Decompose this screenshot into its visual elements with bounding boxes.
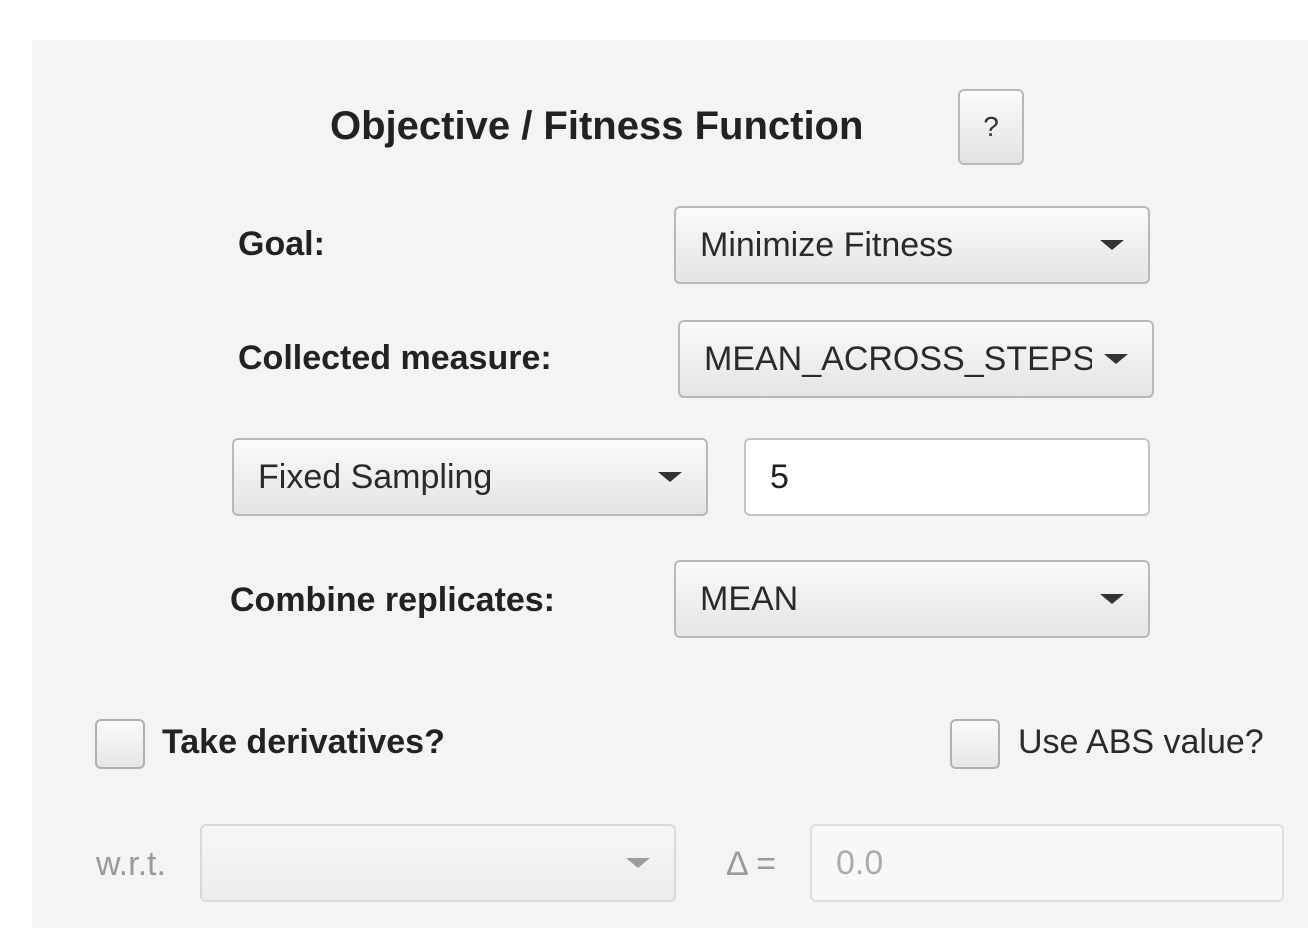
combine-replicates-dropdown-value: MEAN — [700, 579, 799, 618]
chevron-down-icon — [1100, 240, 1124, 250]
combine-replicates-label: Combine replicates: — [230, 581, 555, 619]
sampling-dropdown-value: Fixed Sampling — [258, 457, 493, 496]
chevron-down-icon — [1100, 594, 1124, 604]
collected-measure-dropdown-value: MEAN_ACROSS_STEPS — [704, 339, 1092, 378]
section-title: Objective / Fitness Function — [330, 104, 864, 148]
collected-measure-label: Collected measure: — [238, 339, 552, 377]
delta-label: Δ = — [726, 845, 777, 883]
goal-dropdown-value: Minimize Fitness — [700, 225, 954, 264]
delta-input[interactable]: 0.0 — [810, 824, 1284, 902]
wrt-dropdown[interactable] — [200, 824, 676, 902]
chevron-down-icon — [658, 472, 682, 482]
goal-dropdown[interactable]: Minimize Fitness — [674, 206, 1150, 284]
help-button[interactable]: ? — [958, 89, 1024, 165]
take-derivatives-checkbox[interactable] — [95, 719, 145, 769]
combine-replicates-dropdown[interactable]: MEAN — [674, 560, 1150, 638]
use-abs-label: Use ABS value? — [1018, 723, 1264, 761]
sampling-dropdown[interactable]: Fixed Sampling — [232, 438, 708, 516]
sampling-count-input[interactable]: 5 — [744, 438, 1150, 516]
wrt-label: w.r.t. — [96, 845, 166, 883]
take-derivatives-label: Take derivatives? — [162, 723, 445, 761]
chevron-down-icon — [626, 858, 650, 868]
goal-label: Goal: — [238, 225, 325, 263]
chevron-down-icon — [1104, 354, 1128, 364]
use-abs-checkbox[interactable] — [950, 719, 1000, 769]
collected-measure-dropdown[interactable]: MEAN_ACROSS_STEPS — [678, 320, 1154, 398]
